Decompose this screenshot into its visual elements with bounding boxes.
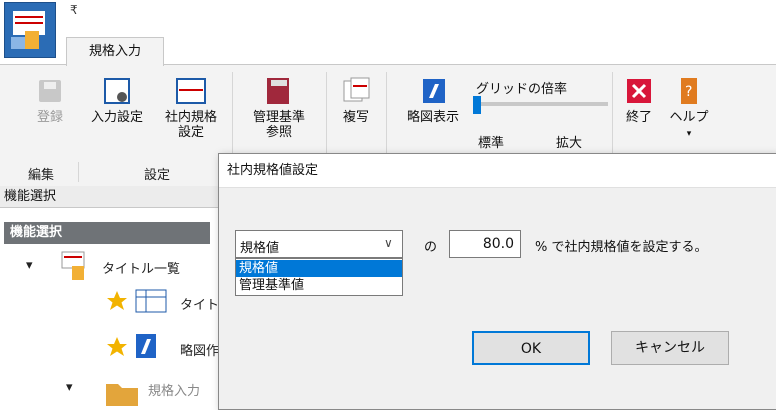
rate-input[interactable]: 80.0 [449, 230, 521, 258]
tab-kikaku-input[interactable]: 規格入力 [66, 37, 164, 66]
standard-type-dropdown: 規格値 管理基準値 [235, 258, 403, 296]
title-bar [0, 0, 776, 38]
group-label-settings: 設定 [144, 168, 171, 183]
ribbon-separator [612, 72, 613, 162]
grid-zoom-title: グリッドの倍率 [476, 82, 568, 97]
option-kikakuchi[interactable]: 規格値 [236, 260, 402, 277]
ribbon-separator [326, 72, 327, 162]
help-book-icon: ? [681, 78, 697, 104]
register-label: 登録 [36, 110, 63, 125]
ribbon-separator [386, 72, 387, 162]
standard-type-select[interactable]: 規格値 ∨ [235, 230, 403, 258]
chevron-down-icon: ∨ [384, 236, 393, 250]
tree-item-sketch[interactable]: 略図作 [180, 340, 219, 359]
app-menu-button[interactable] [4, 2, 56, 58]
grid-zoom-max-label: 拡大 [556, 136, 583, 151]
group-separator [78, 162, 79, 182]
tree-expand-icon[interactable]: ▾ [26, 258, 33, 273]
title-list-icon [61, 251, 85, 280]
settings-document-icon [104, 78, 130, 104]
app-logo-icon [11, 11, 45, 49]
standard-table-icon [176, 78, 206, 104]
function-select-section-header: 機能選択 [4, 222, 210, 244]
star-icon [107, 291, 127, 310]
star-icon [107, 337, 127, 356]
management-reference-label-2: 参照 [265, 125, 292, 140]
tree-item-title-list[interactable]: タイトル一覧 [102, 258, 180, 277]
copy-icon [343, 77, 370, 102]
close-icon [627, 79, 651, 103]
save-icon [39, 80, 61, 102]
folder-icon [106, 384, 138, 406]
reference-book-icon [267, 78, 289, 104]
internal-standard-dialog: 社内規格値設定 規格値 ∨ 規格値 管理基準値 の 80.0 % で社内規格値を… [218, 153, 776, 410]
ok-button[interactable]: OK [472, 331, 590, 365]
help-label: ヘルプ [669, 110, 709, 125]
cancel-button[interactable]: キャンセル [611, 331, 729, 365]
register-button[interactable]: 登録 [28, 76, 72, 125]
function-select-panel-header: 機能選択 [0, 186, 218, 208]
sketch-display-button[interactable]: 略図表示 [396, 76, 470, 125]
management-reference-label-1: 管理基準 [252, 110, 305, 125]
option-kanri-kijunchi[interactable]: 管理基準値 [236, 277, 402, 294]
tree-item-kikaku-input[interactable]: 規格入力 [148, 380, 200, 399]
table-icon [135, 289, 167, 313]
connector-text: の [424, 240, 438, 255]
tree-expand-icon[interactable]: ▾ [66, 380, 73, 395]
sketch-display-label: 略図表示 [406, 110, 459, 125]
grid-zoom-min-label: 標準 [478, 136, 505, 151]
copy-label: 複写 [342, 110, 369, 125]
ribbon-separator [232, 72, 233, 162]
internal-standard-label-2: 設定 [177, 125, 204, 140]
grid-zoom-track [476, 102, 608, 106]
group-label-edit: 編集 [28, 168, 55, 183]
quick-access-toolbar[interactable]: ₹ [70, 3, 78, 17]
help-button[interactable]: ? ヘルプ ▾ [666, 76, 712, 142]
copy-button[interactable]: 複写 [334, 76, 378, 125]
management-reference-button[interactable]: 管理基準 参照 [240, 76, 318, 140]
input-settings-label: 入力設定 [90, 110, 143, 125]
internal-standard-settings-button[interactable]: 社内規格 設定 [158, 76, 224, 140]
sketch-icon [136, 334, 156, 358]
dialog-title: 社内規格値設定 [219, 154, 776, 188]
sketch-icon [423, 79, 445, 103]
svg-text:?: ? [685, 84, 692, 100]
exit-label: 終了 [625, 110, 652, 125]
input-settings-button[interactable]: 入力設定 [86, 76, 148, 125]
help-dropdown-icon: ▾ [686, 129, 692, 139]
grid-zoom-slider[interactable] [473, 96, 481, 114]
standard-type-selected-value: 規格値 [240, 241, 280, 256]
rate-suffix-text: % で社内規格値を設定する。 [535, 240, 708, 255]
internal-standard-label-1: 社内規格 [164, 110, 217, 125]
exit-button[interactable]: 終了 [618, 76, 660, 125]
